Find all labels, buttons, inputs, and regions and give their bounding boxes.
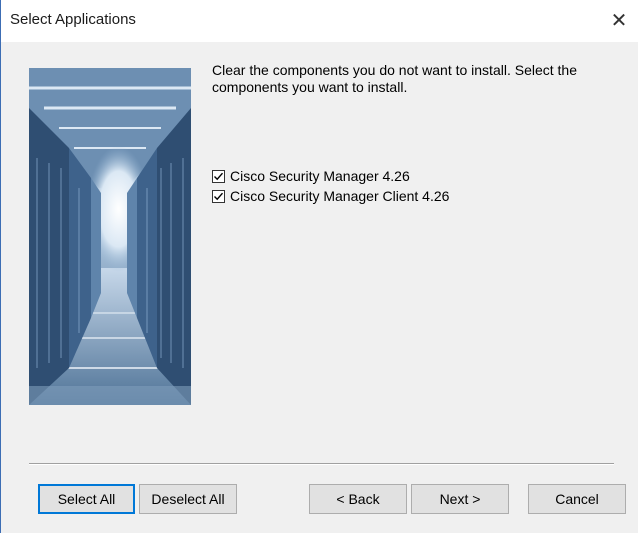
- select-all-button[interactable]: Select All: [38, 484, 135, 514]
- component-item-cisco-security-manager[interactable]: Cisco Security Manager 4.26: [212, 166, 449, 186]
- components-list: Cisco Security Manager 4.26 Cisco Securi…: [212, 166, 449, 206]
- component-label: Cisco Security Manager 4.26: [230, 168, 410, 184]
- title-bar: Select Applications ✕: [1, 0, 638, 42]
- instructions-text: Clear the components you do not want to …: [212, 62, 577, 95]
- component-label: Cisco Security Manager Client 4.26: [230, 188, 450, 204]
- checkmark-icon: [214, 172, 224, 180]
- separator: [29, 463, 614, 465]
- dialog-title: Select Applications: [10, 11, 136, 28]
- cancel-button[interactable]: Cancel: [528, 484, 626, 514]
- component-checkbox[interactable]: [212, 189, 225, 203]
- deselect-all-button[interactable]: Deselect All: [139, 484, 237, 514]
- back-button[interactable]: < Back: [309, 484, 407, 514]
- checkmark-icon: [214, 192, 224, 200]
- close-icon[interactable]: ✕: [604, 6, 634, 36]
- component-item-cisco-security-manager-client[interactable]: Cisco Security Manager Client 4.26: [212, 186, 449, 206]
- next-button[interactable]: Next >: [411, 484, 509, 514]
- component-checkbox[interactable]: [212, 169, 225, 183]
- datacenter-banner-image: [29, 68, 191, 405]
- select-applications-dialog: Select Applications ✕ Clear the componen…: [0, 0, 638, 533]
